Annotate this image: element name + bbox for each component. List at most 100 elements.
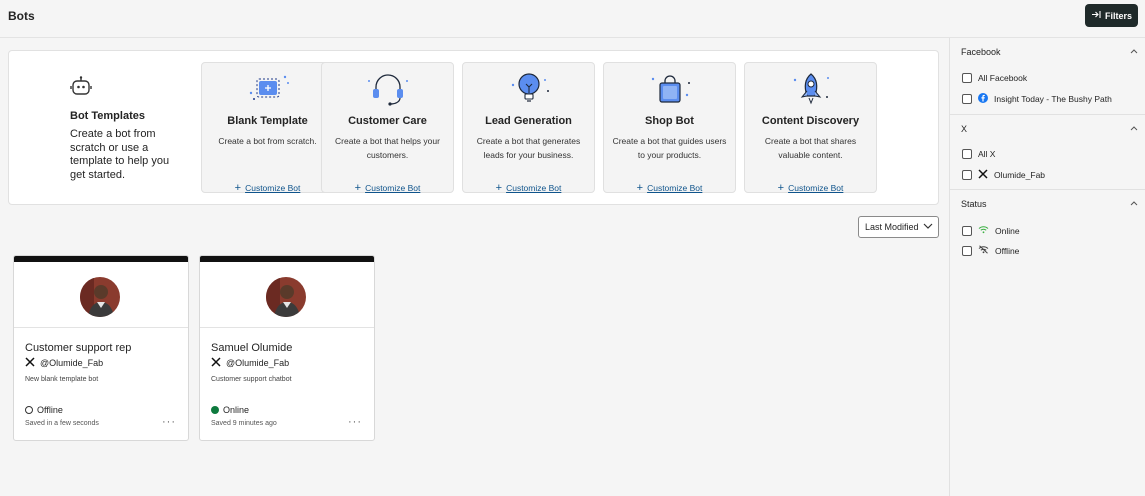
filter-option[interactable]: Online — [962, 225, 1020, 236]
bot-name: Samuel Olumide — [211, 342, 293, 354]
filter-option[interactable]: Insight Today - The Bushy Path — [962, 93, 1112, 105]
main-area: Bot Templates Create a bot from scratch … — [0, 38, 949, 496]
template-card-content-discovery[interactable]: Content Discovery Create a bot that shar… — [744, 62, 877, 194]
bot-templates-description: Create a bot from scratch or use a templ… — [70, 128, 170, 181]
bot-handle-text: @Olumide_Fab — [226, 358, 290, 368]
template-name: Content Discovery — [761, 115, 860, 127]
filter-option-label: Insight Today - The Bushy Path — [994, 94, 1112, 104]
template-description: Create a bot that helps your customers. — [335, 136, 440, 160]
saved-timestamp: Saved 9 minutes ago — [211, 420, 277, 427]
lightbulb-icon — [463, 71, 594, 107]
bot-handle: @Olumide_Fab — [25, 357, 103, 369]
more-options-icon[interactable]: ··· — [162, 416, 176, 428]
bot-handle: @Olumide_Fab — [211, 357, 289, 369]
avatar-area — [200, 262, 374, 328]
customize-bot-link[interactable]: + Customize Bot — [745, 182, 876, 194]
filter-section-title: Facebook — [961, 47, 1001, 57]
filters-button[interactable]: Filters — [1085, 4, 1138, 27]
bot-templates-title: Bot Templates — [70, 110, 145, 122]
template-card-customer-care[interactable]: Customer Care Create a bot that helps yo… — [321, 62, 454, 194]
plus-icon: + — [636, 182, 644, 194]
checkbox[interactable] — [962, 94, 972, 104]
bot-description: Customer support chatbot — [211, 376, 292, 383]
customize-bot-link[interactable]: + Customize Bot — [604, 182, 735, 194]
blank-template-icon — [202, 71, 333, 107]
plus-icon: + — [354, 182, 362, 194]
checkbox[interactable] — [962, 149, 972, 159]
plus-icon: + — [777, 182, 785, 194]
filter-section-title: X — [961, 124, 968, 134]
bot-handle-text: @Olumide_Fab — [40, 358, 104, 368]
wifi-offline-icon — [978, 245, 989, 256]
template-name: Shop Bot — [645, 115, 694, 127]
online-status-icon — [211, 406, 219, 414]
filter-option-label: Online — [995, 225, 1020, 236]
page-title: Bots — [8, 9, 35, 23]
template-name: Blank Template — [227, 115, 308, 127]
customize-bot-link[interactable]: + Customize Bot — [322, 182, 453, 194]
bot-card[interactable]: Samuel Olumide @Olumide_Fab Customer sup… — [199, 255, 375, 441]
more-options-icon[interactable]: ··· — [348, 416, 362, 428]
x-logo-icon — [978, 169, 988, 181]
filter-panel: Facebook All Facebook Insight Today - Th… — [949, 38, 1145, 496]
status-badge: Offline — [25, 405, 63, 415]
template-card-lead-generation[interactable]: Lead Generation Create a bot that genera… — [462, 62, 595, 194]
status-text: Online — [223, 405, 250, 415]
facebook-logo-icon — [978, 93, 988, 105]
filter-option[interactable]: All Facebook — [962, 73, 1027, 83]
bot-icon — [70, 75, 92, 97]
x-filter-section: X All X Olumide_Fab — [950, 115, 1145, 190]
checkbox[interactable] — [962, 245, 972, 256]
template-card-blank[interactable]: Blank Template Create a bot from scratch… — [201, 62, 334, 194]
offline-status-icon — [25, 406, 33, 414]
avatar — [80, 277, 120, 317]
chevron-up-icon[interactable] — [1130, 46, 1138, 56]
checkbox[interactable] — [962, 225, 972, 236]
filter-option-label: All Facebook — [978, 73, 1028, 83]
bot-description: New blank template bot — [25, 376, 99, 383]
status-badge: Online — [211, 405, 249, 415]
top-bar: Bots Filters — [0, 0, 1145, 38]
filter-option[interactable]: Olumide_Fab — [962, 169, 1045, 181]
x-logo-icon — [25, 357, 35, 369]
customize-bot-link[interactable]: + Customize Bot — [202, 182, 333, 194]
filter-option[interactable]: Offline — [962, 245, 1019, 256]
chevron-down-icon — [923, 222, 933, 232]
rocket-icon — [745, 71, 876, 107]
filter-option-label: All X — [978, 149, 996, 159]
template-name: Customer Care — [348, 115, 427, 127]
avatar — [266, 277, 306, 317]
chevron-up-icon[interactable] — [1130, 123, 1138, 133]
shopping-bag-icon — [604, 71, 735, 107]
facebook-filter-section: Facebook All Facebook Insight Today - Th… — [950, 38, 1145, 115]
filter-option[interactable]: All X — [962, 149, 995, 159]
filter-option-label: Olumide_Fab — [994, 170, 1046, 180]
saved-timestamp: Saved in a few seconds — [25, 420, 99, 427]
status-text: Offline — [37, 405, 63, 415]
headset-icon — [322, 71, 453, 107]
customize-bot-link[interactable]: + Customize Bot — [463, 182, 594, 194]
template-description: Create a bot that generates leads for yo… — [476, 136, 581, 160]
avatar-area — [14, 262, 188, 328]
template-card-shop-bot[interactable]: Shop Bot Create a bot that guides users … — [603, 62, 736, 194]
checkbox[interactable] — [962, 170, 972, 180]
plus-icon: + — [495, 182, 503, 194]
template-name: Lead Generation — [485, 115, 572, 127]
chevron-up-icon[interactable] — [1130, 198, 1138, 208]
plus-icon: + — [234, 182, 242, 194]
bot-templates-panel: Bot Templates Create a bot from scratch … — [8, 50, 939, 205]
status-filter-section: Status Online Offline — [950, 190, 1145, 270]
checkbox[interactable] — [962, 73, 972, 83]
collapse-panel-icon — [1091, 10, 1101, 21]
template-description: Create a bot from scratch. — [218, 136, 317, 146]
sort-dropdown[interactable]: Last Modified — [858, 216, 939, 238]
filter-option-label: Offline — [995, 245, 1020, 256]
bot-card[interactable]: Customer support rep @Olumide_Fab New bl… — [13, 255, 189, 441]
bot-name: Customer support rep — [25, 342, 132, 354]
template-description: Create a bot that guides users to your p… — [612, 136, 727, 160]
wifi-online-icon — [978, 225, 989, 236]
sort-dropdown-label: Last Modified — [865, 222, 919, 232]
x-logo-icon — [211, 357, 221, 369]
template-description: Create a bot that shares valuable conten… — [764, 136, 857, 160]
filters-button-label: Filters — [1104, 10, 1132, 21]
